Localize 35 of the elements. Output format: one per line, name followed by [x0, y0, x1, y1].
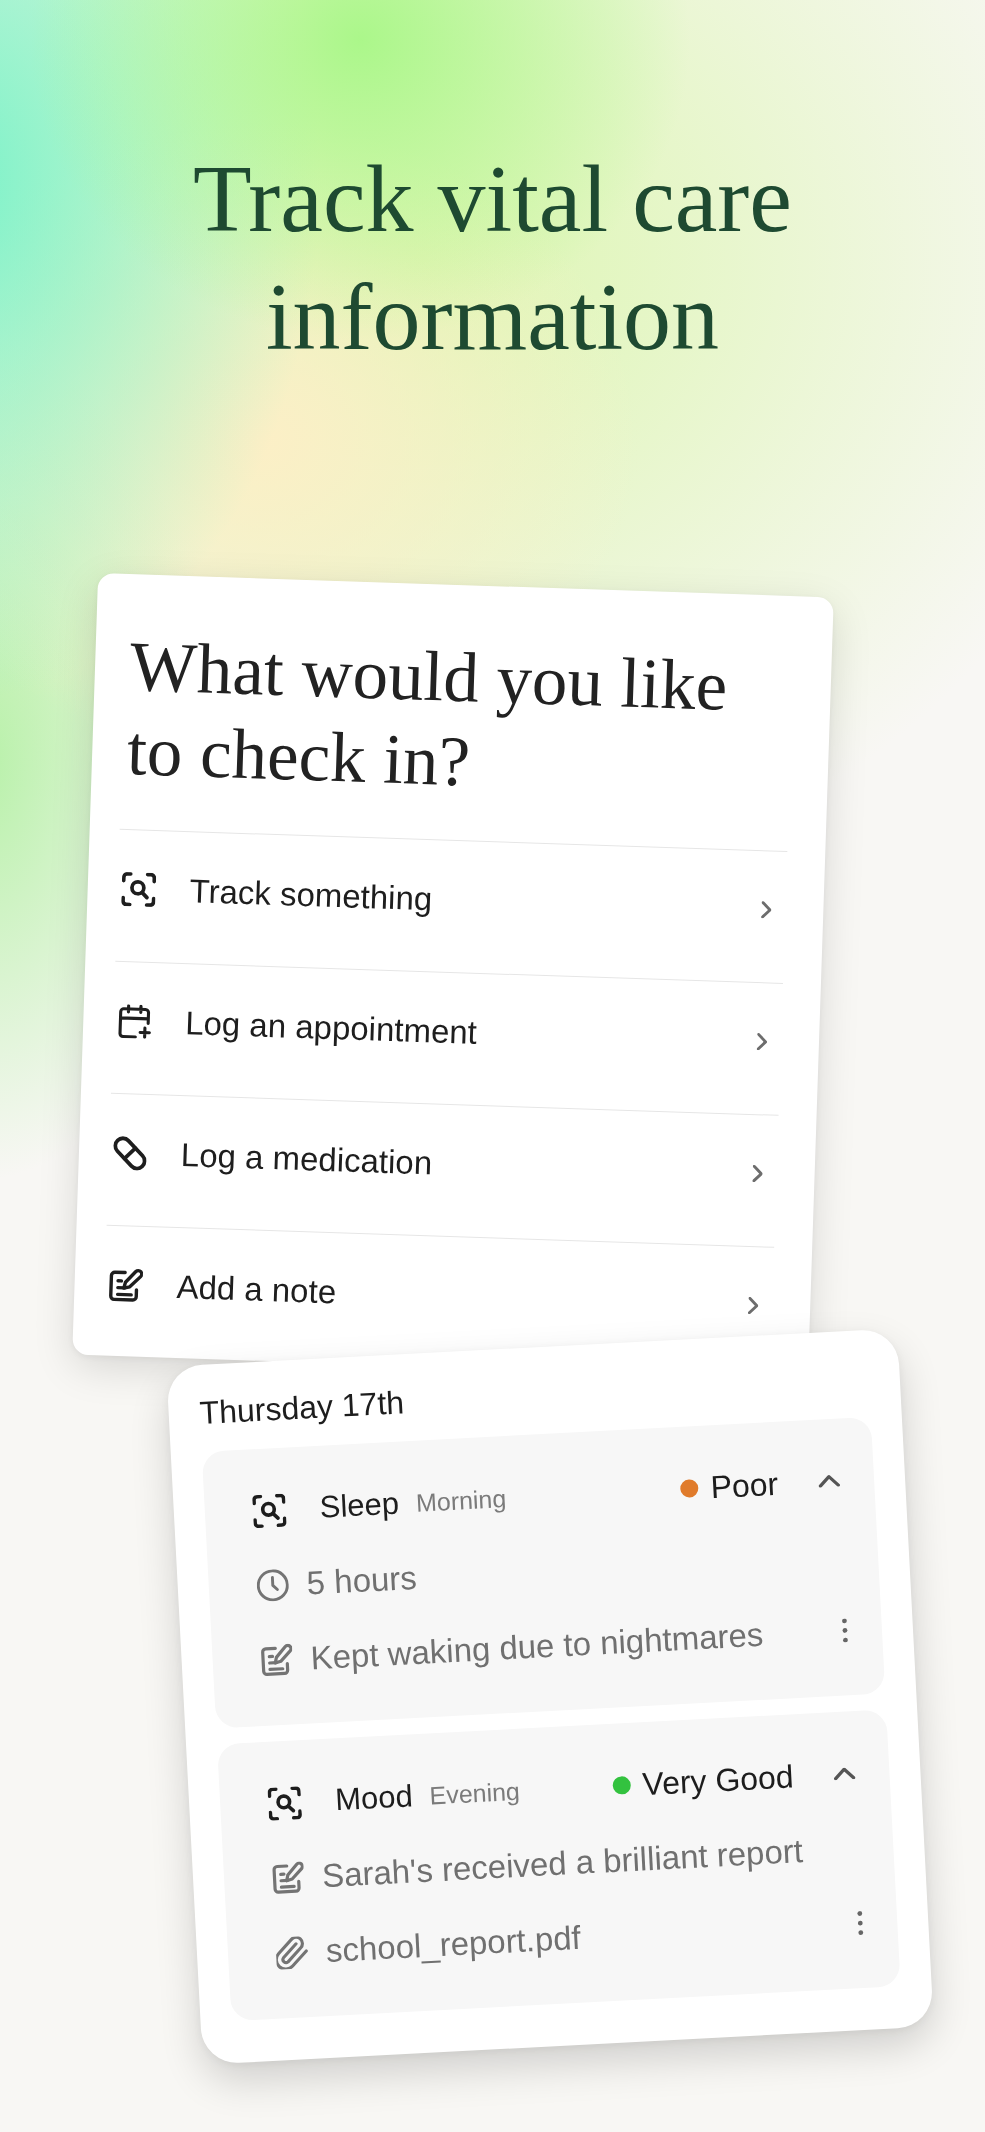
chevron-up-icon[interactable]	[833, 1767, 856, 1781]
entry-rating: Very Good	[641, 1757, 795, 1803]
entry-rating: Poor	[709, 1465, 780, 1506]
date-heading: Thursday 17th	[198, 1383, 406, 1433]
pill-icon	[112, 1135, 148, 1171]
entry-category: Sleep	[318, 1485, 400, 1526]
chevron-right-icon	[752, 1165, 763, 1183]
note-pen-icon	[259, 1643, 294, 1678]
more-options-icon[interactable]	[841, 1618, 849, 1643]
note-pen-icon	[271, 1861, 305, 1895]
check-in-option[interactable]: Track something	[117, 871, 786, 928]
check-in-option[interactable]: Log a medication	[108, 1135, 778, 1192]
clock-icon	[256, 1568, 290, 1603]
chevron-right-icon	[747, 1296, 759, 1315]
entry-time-of-day: Morning	[415, 1483, 507, 1518]
entry-category: Mood	[334, 1778, 414, 1819]
duration-text: 5 hours	[305, 1558, 418, 1603]
entry-time-of-day: Evening	[428, 1776, 521, 1810]
chevron-right-icon	[756, 1033, 768, 1051]
scan-search-icon	[267, 1785, 303, 1821]
note-pen-icon	[108, 1267, 144, 1303]
chevron-right-icon	[761, 901, 772, 919]
check-in-option[interactable]: Log an appointment	[112, 1003, 782, 1060]
chevron-up-icon[interactable]	[817, 1474, 841, 1488]
note-text: Sarah's received a brilliant report	[321, 1832, 804, 1896]
check-in-option[interactable]: Add a note	[104, 1267, 773, 1324]
headline: Track vital care information	[192, 144, 793, 372]
scan-search-icon	[252, 1493, 287, 1528]
calendar-plus-icon	[116, 1003, 152, 1039]
scan-search-icon	[121, 871, 157, 907]
paperclip-icon	[275, 1936, 309, 1970]
note-text: Kept waking due to nightmares	[309, 1615, 765, 1678]
more-options-icon[interactable]	[856, 1910, 864, 1936]
attachment-link[interactable]: school_report.pdf	[325, 1918, 582, 1971]
card-title: What would you like to check in?	[125, 626, 730, 803]
